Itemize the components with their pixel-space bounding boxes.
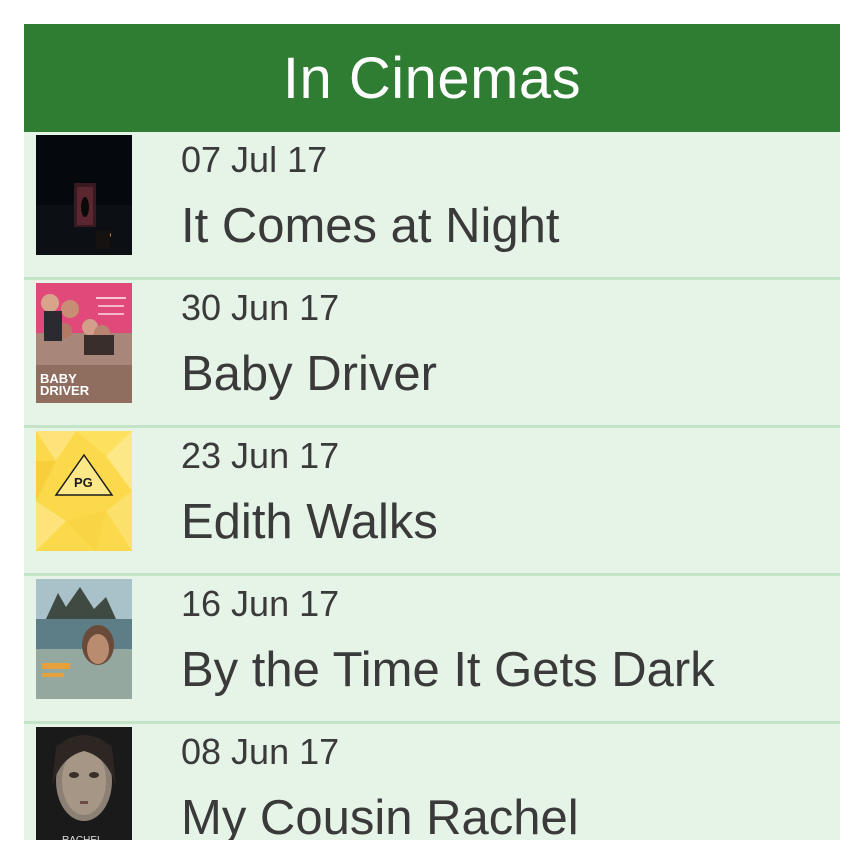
movie-list-item[interactable]: 16 Jun 17 By the Time It Gets Dark: [24, 576, 840, 724]
release-date: 16 Jun 17: [181, 583, 340, 624]
movie-title: By the Time It Gets Dark: [181, 643, 715, 697]
movie-title: My Cousin Rachel: [181, 791, 579, 840]
movie-poster-image: [36, 135, 132, 255]
release-date: 23 Jun 17: [181, 435, 340, 476]
svg-text:RACHEL: RACHEL: [62, 835, 103, 840]
movie-title: Edith Walks: [181, 495, 438, 549]
movie-poster-image: PG: [36, 431, 132, 551]
movie-poster-image: [36, 579, 132, 699]
app-header: In Cinemas: [24, 24, 840, 132]
release-date: 08 Jun 17: [181, 731, 340, 772]
movie-list-item[interactable]: PG 23 Jun 17 Edith Walks: [24, 428, 840, 576]
movie-list-item[interactable]: 07 Jul 17 It Comes at Night: [24, 132, 840, 280]
app-screen: In Cinemas 07 Jul 17 It Comes at Night B…: [24, 24, 840, 840]
page-title: In Cinemas: [282, 45, 582, 111]
movie-poster-image: BABY DRIVER: [36, 283, 132, 403]
movie-list-item[interactable]: RACHEL 08 Jun 17 My Cousin Rachel: [24, 724, 840, 840]
movie-list[interactable]: 07 Jul 17 It Comes at Night BABY DRIVER …: [24, 132, 840, 840]
movie-poster-image: RACHEL: [36, 727, 132, 840]
svg-text:PG: PG: [74, 475, 93, 490]
movie-list-item[interactable]: BABY DRIVER 30 Jun 17 Baby Driver: [24, 280, 840, 428]
movie-title: It Comes at Night: [181, 199, 560, 253]
release-date: 30 Jun 17: [181, 287, 340, 328]
movie-title: Baby Driver: [181, 347, 437, 401]
svg-text:DRIVER: DRIVER: [40, 383, 90, 398]
release-date: 07 Jul 17: [181, 139, 328, 180]
